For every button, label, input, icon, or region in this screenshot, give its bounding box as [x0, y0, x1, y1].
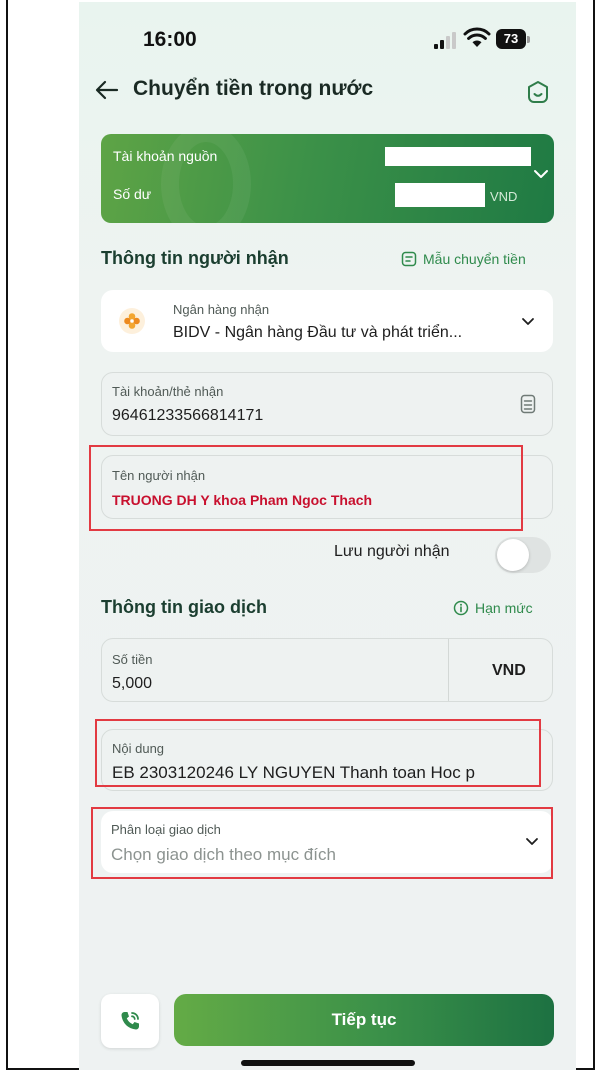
transaction-limit-label: Hạn mức: [475, 600, 533, 616]
source-account-card[interactable]: Tài khoản nguồn Số dư VND: [101, 134, 554, 223]
recipient-section-title: Thông tin người nhận: [101, 248, 289, 268]
toggle-knob: [497, 539, 529, 571]
transaction-section-title: Thông tin giao dịch: [101, 597, 267, 617]
app-header: Chuyển tiền trong nước: [79, 72, 576, 112]
recipient-account-label: Tài khoản/thẻ nhận: [112, 384, 224, 399]
back-arrow-icon[interactable]: [93, 76, 121, 104]
balance-label: Số dư: [113, 186, 152, 202]
home-icon[interactable]: [526, 80, 550, 104]
bidv-bank-logo-icon: [119, 308, 145, 334]
amount-divider: [448, 639, 449, 701]
transaction-limit-link[interactable]: Hạn mức: [453, 600, 533, 616]
call-support-button[interactable]: [101, 994, 159, 1048]
info-icon: [453, 600, 469, 616]
phone-screen: 16:00 73 Chuyển tiền trong nước Tài khoả…: [79, 2, 576, 1070]
phone-call-icon: [121, 1012, 139, 1030]
page-title: Chuyển tiền trong nước: [133, 77, 374, 100]
amount-field[interactable]: Số tiền 5,000 VND: [101, 638, 553, 702]
annotation-highlight-category: [91, 807, 553, 879]
status-time: 16:00: [143, 28, 197, 51]
save-recipient-label: Lưu người nhận: [334, 543, 450, 560]
home-indicator[interactable]: [241, 1060, 415, 1066]
bank-value: BIDV - Ngân hàng Đầu tư và phát triển...: [173, 324, 463, 341]
source-account-label: Tài khoản nguồn: [113, 148, 218, 164]
bank-label: Ngân hàng nhận: [173, 302, 270, 317]
recipient-account-field[interactable]: Tài khoản/thẻ nhận 96461233566814171: [101, 372, 553, 436]
redacted-account-number: [385, 147, 531, 166]
amount-label: Số tiền: [112, 652, 153, 667]
recipient-account-value: 96461233566814171: [112, 407, 264, 424]
amount-value: 5,000: [112, 675, 153, 692]
status-bar: 16:00 73: [79, 2, 576, 72]
chevron-down-icon[interactable]: [533, 168, 549, 180]
contact-book-icon[interactable]: [520, 394, 536, 414]
template-icon: [401, 251, 417, 267]
continue-button[interactable]: Tiếp tục: [174, 994, 554, 1046]
balance-currency: VND: [490, 189, 518, 204]
redacted-balance: [395, 183, 485, 207]
recipient-bank-select[interactable]: Ngân hàng nhận BIDV - Ngân hàng Đầu tư v…: [101, 290, 553, 352]
transfer-template-link[interactable]: Mẫu chuyển tiền: [401, 251, 526, 267]
wifi-icon: [463, 27, 491, 47]
annotation-highlight-recipient-name: [89, 445, 523, 531]
cellular-signal-icon: [434, 31, 460, 49]
battery-level: 73: [496, 29, 526, 49]
battery-icon: 73: [496, 29, 530, 49]
annotation-highlight-content: [95, 719, 541, 787]
transfer-template-label: Mẫu chuyển tiền: [423, 251, 526, 267]
chevron-down-icon: [522, 318, 534, 325]
amount-currency: VND: [492, 662, 526, 679]
save-recipient-toggle[interactable]: [495, 537, 551, 573]
